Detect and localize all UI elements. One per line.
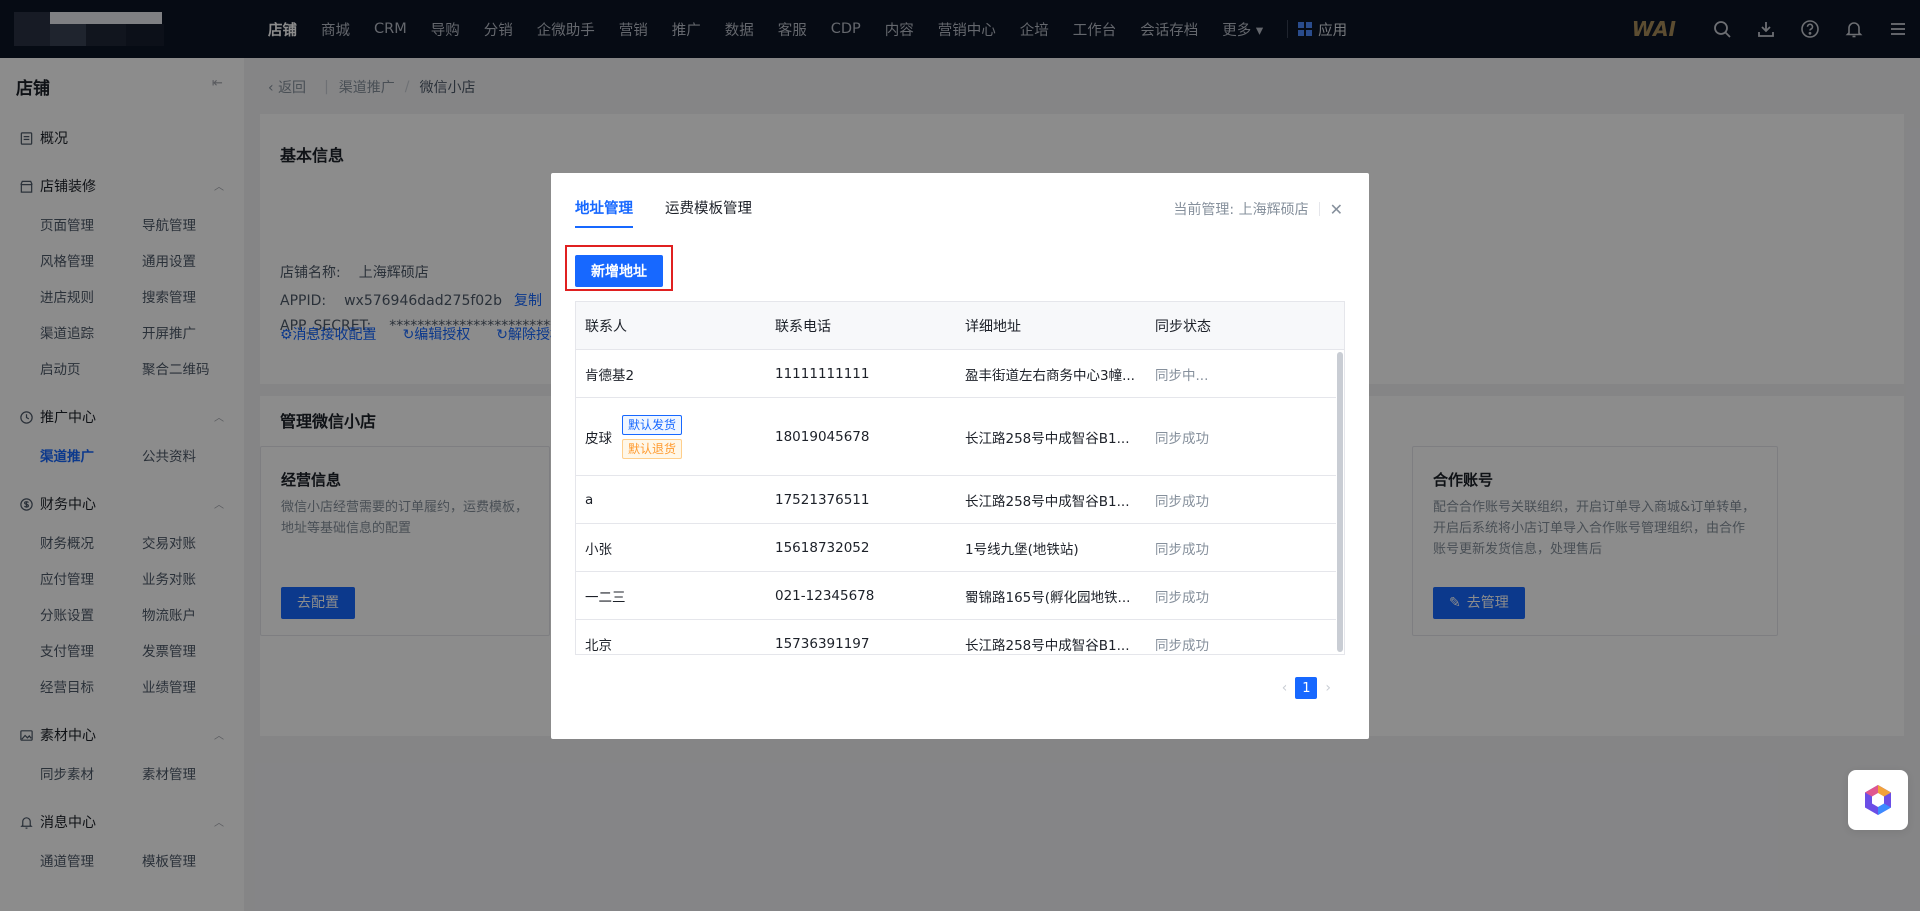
cell-phone: 15618732052 (775, 539, 870, 556)
add-button-highlight: 新增地址 (565, 245, 673, 291)
cell-address: 长江路258号中成智谷B1... (965, 430, 1130, 447)
table-header: 联系人 联系电话 详细地址 同步状态 (576, 302, 1344, 350)
cell-contact: a (585, 491, 594, 508)
row-tags: 默认发货 默认退货 (622, 413, 683, 461)
address-dialog: 地址管理 运费模板管理 当前管理: 上海辉硕店 ✕ 新增地址 联系人 联系电话 … (551, 173, 1369, 739)
default-ship-tag: 默认发货 (622, 414, 683, 435)
cell-address: 1号线九堡(地铁站) (965, 541, 1079, 558)
cell-contact: 北京 (585, 638, 612, 654)
cell-phone: 021-12345678 (775, 587, 875, 604)
cell-address: 长江路258号中成智谷B1... (965, 493, 1130, 510)
table-row[interactable]: 一二三 021-12345678 蜀锦路165号(孵化园地铁... 同步成功 (576, 572, 1336, 620)
cell-address: 蜀锦路165号(孵化园地铁... (965, 589, 1131, 606)
current-manager: 当前管理: 上海辉硕店 ✕ (1173, 199, 1343, 219)
cell-contact: 一二三 (585, 589, 626, 606)
table-row[interactable]: 肯德基2 11111111111 盈丰街道左右商务中心3幢... 同步中... (576, 350, 1336, 398)
cell-phone: 17521376511 (775, 491, 870, 508)
cell-sync-status: 同步中... (1155, 367, 1209, 384)
cell-phone: 18019045678 (775, 428, 870, 445)
col-sync-status: 同步状态 (1155, 318, 1211, 335)
cell-contact: 小张 (585, 541, 612, 558)
next-page-button[interactable]: › (1325, 680, 1331, 696)
cell-phone: 15736391197 (775, 636, 870, 652)
col-contact: 联系人 (585, 318, 627, 335)
scrollbar-thumb[interactable] (1337, 352, 1343, 652)
assistant-button[interactable] (1848, 770, 1908, 830)
cell-address: 盈丰街道左右商务中心3幢... (965, 367, 1135, 384)
cell-sync-status: 同步成功 (1155, 589, 1209, 606)
assistant-icon (1865, 785, 1891, 815)
col-address: 详细地址 (965, 318, 1021, 335)
cell-contact: 皮球 默认发货 默认退货 (576, 413, 766, 461)
close-icon[interactable]: ✕ (1330, 200, 1343, 219)
cell-address: 长江路258号中成智谷B1... (965, 638, 1130, 654)
table-scrollbar[interactable] (1336, 350, 1344, 654)
cell-sync-status: 同步成功 (1155, 638, 1209, 654)
col-phone: 联系电话 (775, 318, 831, 335)
table-row[interactable]: 皮球 默认发货 默认退货 18019045678 长江路258号中成智谷B1..… (576, 398, 1336, 476)
add-address-button[interactable]: 新增地址 (575, 255, 663, 287)
table-row[interactable]: 北京 15736391197 长江路258号中成智谷B1... 同步成功 (576, 620, 1336, 654)
cell-sync-status: 同步成功 (1155, 430, 1209, 447)
cell-sync-status: 同步成功 (1155, 541, 1209, 558)
dialog-tabs: 地址管理 运费模板管理 (575, 197, 784, 228)
pagination: ‹ 1 › (1274, 677, 1339, 699)
cell-sync-status: 同步成功 (1155, 493, 1209, 510)
address-table: 联系人 联系电话 详细地址 同步状态 肯德基2 11111111111 盈丰街道… (575, 301, 1345, 655)
page-1-button[interactable]: 1 (1295, 677, 1318, 699)
manager-label: 当前管理: 上海辉硕店 (1173, 202, 1309, 218)
tab-shipping-template[interactable]: 运费模板管理 (665, 197, 752, 228)
prev-page-button[interactable]: ‹ (1282, 680, 1288, 696)
table-row[interactable]: 小张 15618732052 1号线九堡(地铁站) 同步成功 (576, 524, 1336, 572)
cell-contact: 肯德基2 (585, 367, 635, 384)
default-return-tag: 默认退货 (622, 438, 683, 459)
table-row[interactable]: a 17521376511 长江路258号中成智谷B1... 同步成功 (576, 476, 1336, 524)
cell-phone: 11111111111 (775, 365, 870, 382)
tab-address[interactable]: 地址管理 (575, 197, 633, 228)
